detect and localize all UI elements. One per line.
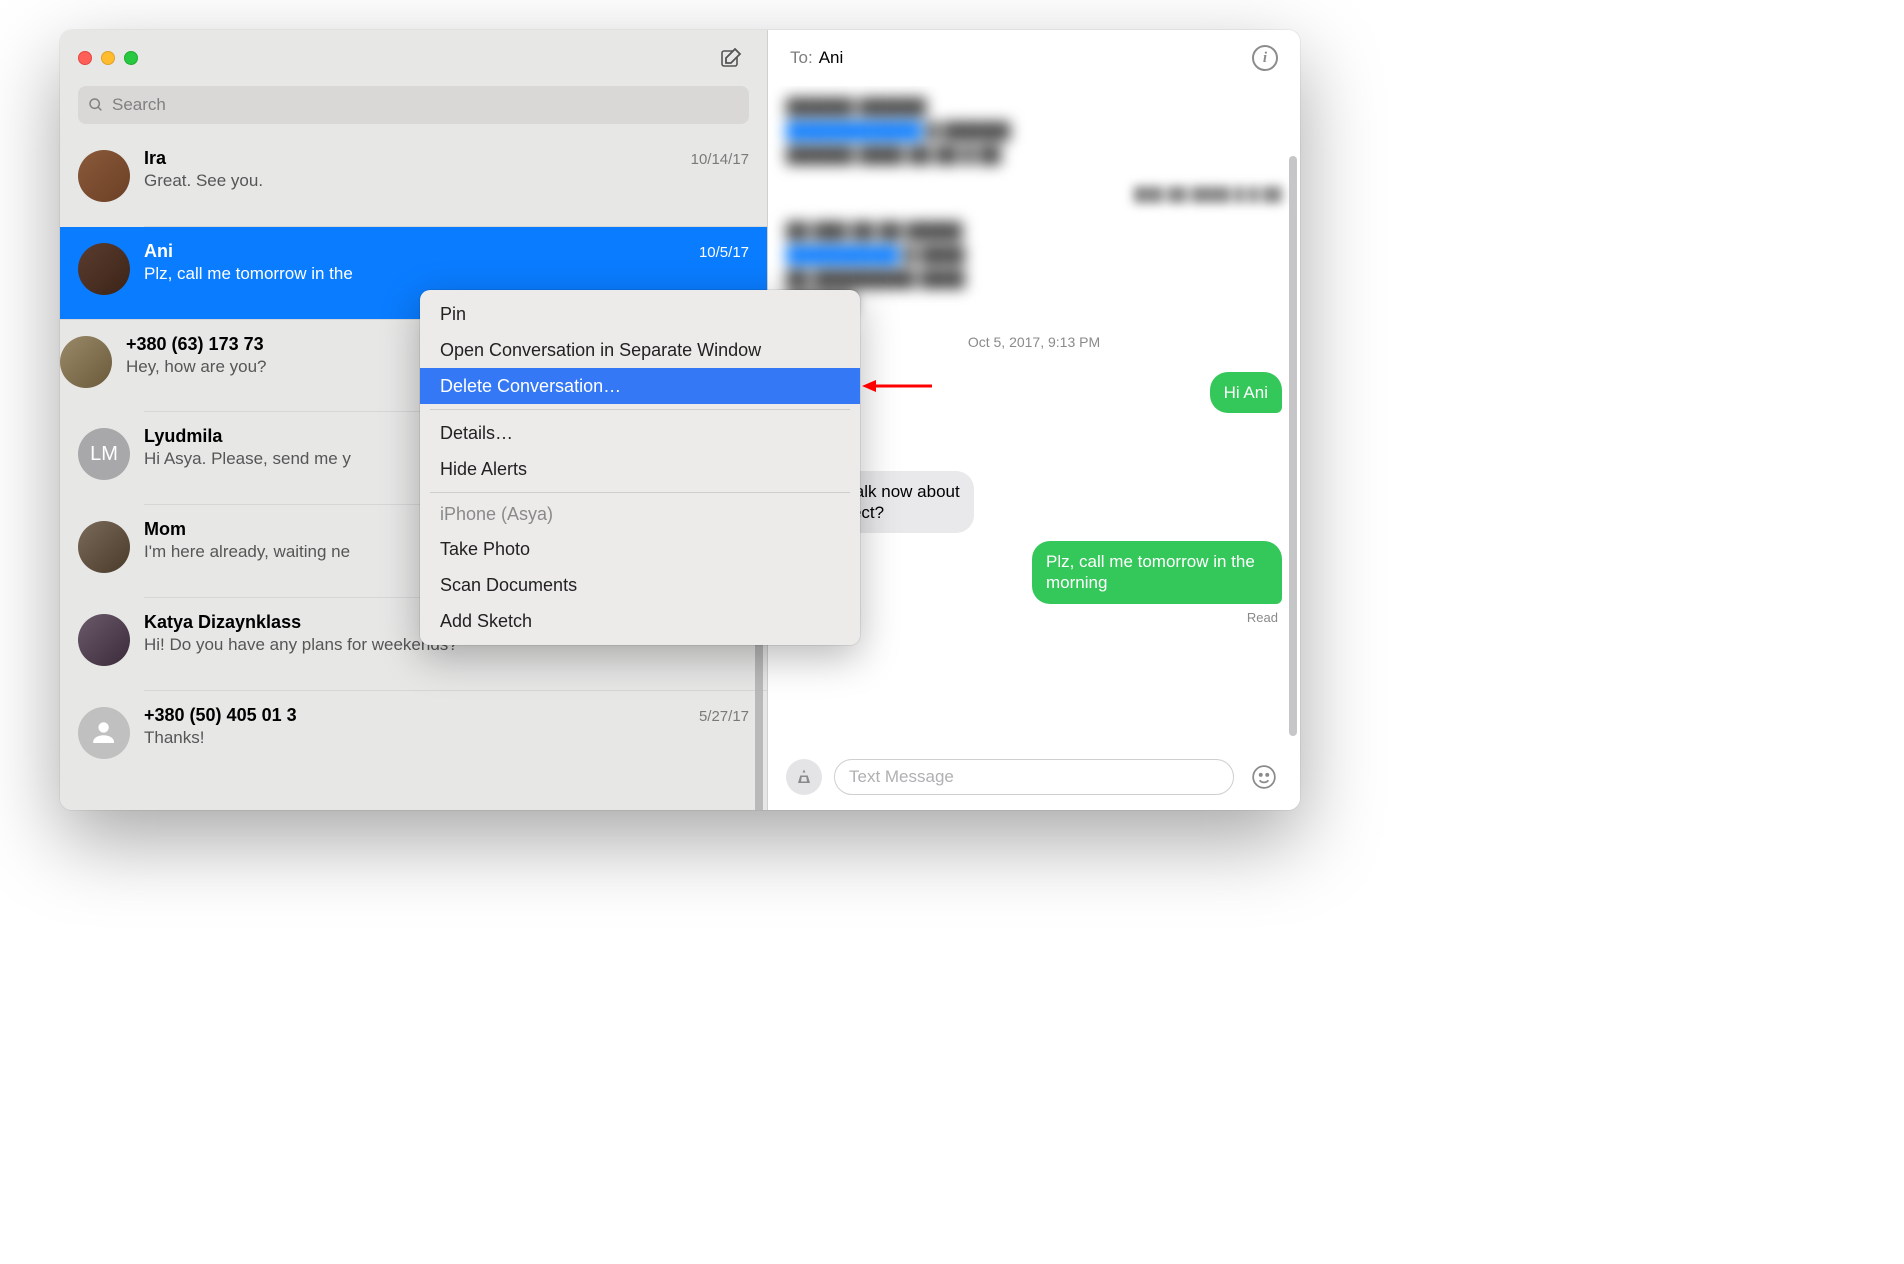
outgoing-message[interactable]: Plz, call me tomorrow in the morning: [1032, 541, 1282, 604]
avatar: [78, 243, 130, 295]
menu-separator: [430, 409, 850, 410]
search-placeholder: Search: [112, 95, 166, 115]
search-icon: [88, 97, 104, 113]
menu-item-scan-documents[interactable]: Scan Documents: [420, 567, 860, 603]
avatar: [60, 336, 112, 388]
menu-item-open-separate[interactable]: Open Conversation in Separate Window: [420, 332, 860, 368]
timestamp: Oct 5, 2017, 9:13 PM: [786, 334, 1282, 350]
conversation-preview: Thanks!: [144, 728, 749, 748]
close-window-button[interactable]: [78, 51, 92, 65]
menu-item-pin[interactable]: Pin: [420, 296, 860, 332]
window-controls: [78, 51, 138, 65]
conversation-name: Mom: [144, 519, 186, 540]
emoji-button[interactable]: [1246, 759, 1282, 795]
scrollbar-thumb[interactable]: [1289, 156, 1297, 736]
avatar: [78, 521, 130, 573]
redacted-message: ██████ ██████ ████████████ █ ██████ ████…: [786, 96, 1086, 168]
conversation-name: Lyudmila: [144, 426, 222, 447]
avatar: LM: [78, 428, 130, 480]
to-label: To:: [790, 48, 813, 68]
avatar-initials: LM: [90, 443, 118, 466]
input-bar: [768, 754, 1300, 810]
conversation-preview: Plz, call me tomorrow in the: [144, 264, 749, 284]
minimize-window-button[interactable]: [101, 51, 115, 65]
avatar: [78, 614, 130, 666]
outgoing-message[interactable]: Hi Ani: [1210, 372, 1282, 413]
message-input[interactable]: [834, 759, 1234, 795]
menu-item-add-sketch[interactable]: Add Sketch: [420, 603, 860, 639]
menu-item-hide-alerts[interactable]: Hide Alerts: [420, 451, 860, 487]
conversation-preview: Great. See you.: [144, 171, 749, 191]
conversation-date: 10/5/17: [699, 244, 749, 261]
details-button[interactable]: i: [1252, 45, 1278, 71]
redacted-timestamp: ███ ██ ████ █ █ ██: [786, 186, 1282, 202]
menu-section-header: iPhone (Asya): [420, 498, 860, 531]
menu-item-take-photo[interactable]: Take Photo: [420, 531, 860, 567]
context-menu: Pin Open Conversation in Separate Window…: [420, 290, 860, 645]
conversation-date: 5/27/17: [699, 708, 749, 725]
conversation-date: 10/14/17: [691, 151, 749, 168]
menu-separator: [430, 492, 850, 493]
titlebar: [60, 30, 767, 86]
apps-button[interactable]: [786, 759, 822, 795]
transcript-header: To: Ani i: [768, 30, 1300, 86]
smiley-icon: [1251, 764, 1277, 790]
conversation-row[interactable]: Ira 10/14/17 Great. See you.: [60, 134, 767, 226]
search-field[interactable]: Search: [78, 86, 749, 124]
appstore-icon: [795, 768, 813, 786]
menu-item-details[interactable]: Details…: [420, 415, 860, 451]
conversation-name: Ira: [144, 148, 166, 169]
compose-button[interactable]: [713, 40, 749, 76]
to-name: Ani: [819, 48, 844, 68]
conversation-name: +380 (63) 173 73: [126, 334, 264, 355]
avatar: [78, 150, 130, 202]
menu-item-delete-conversation[interactable]: Delete Conversation…: [420, 368, 860, 404]
conversation-row[interactable]: +380 (50) 405 01 3 5/27/17 Thanks!: [60, 691, 767, 783]
conversation-name: Katya Dizaynklass: [144, 612, 301, 633]
conversation-name: Ani: [144, 241, 173, 262]
conversation-name: +380 (50) 405 01 3: [144, 705, 297, 726]
avatar: [78, 707, 130, 759]
maximize-window-button[interactable]: [124, 51, 138, 65]
